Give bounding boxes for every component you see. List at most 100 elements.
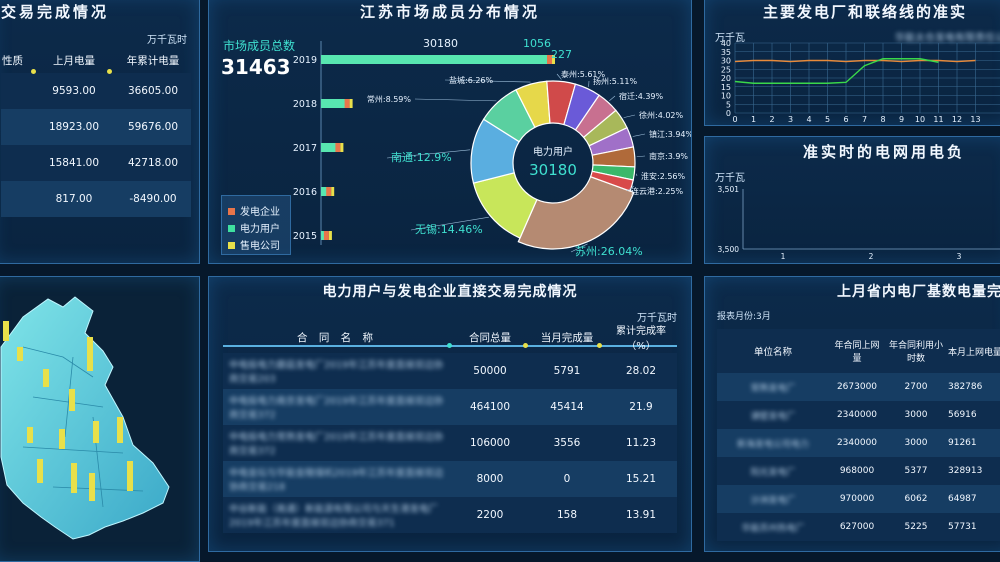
map-bar: [117, 417, 123, 443]
table-row[interactable]: 常熟发电厂26730002700382786: [717, 373, 1000, 401]
cell-unit-name: 沙洲发电厂: [717, 485, 829, 513]
cell-rate: 15.21: [605, 461, 677, 497]
series-line-green: [735, 59, 939, 84]
cell-c1: 627000: [829, 513, 885, 541]
cell-unit-name: 华能苏州热电厂: [717, 513, 829, 541]
map-bar: [59, 429, 65, 449]
cell-c2: 5377: [885, 457, 947, 485]
grid-load-panel: 准实时的电网用电负 万千瓦 3,5013,500123: [704, 136, 1000, 264]
cell-ytd: -8490.00: [115, 181, 191, 217]
table-row[interactable]: 中电投电力蘑菇发电厂2019年江苏年度直接双边协商交易203 50000 579…: [223, 353, 677, 389]
y-tick-label: 3,501: [718, 185, 740, 194]
x-tick-label: 1: [781, 252, 786, 261]
cell-contract-name: 中电投电力南京发电厂2019年江苏年度直接双边协商交易372: [223, 389, 451, 425]
cell-c3: 64987: [947, 485, 1000, 513]
cell-c3: 328913: [947, 457, 1000, 485]
base-energy-panel: 上月省内电厂基数电量完 报表月份:3月 单位名称 年合同上网量 年合同利用小时数…: [704, 276, 1000, 552]
cell-c2: 3000: [885, 429, 947, 457]
x-tick-label: 6: [843, 115, 848, 124]
col-header-monthly-energy: 本月上网电量: [947, 329, 1000, 373]
table-row[interactable]: 817.00-8490.00: [1, 181, 191, 217]
cell-c2: 6062: [885, 485, 947, 513]
map-bar: [3, 321, 9, 341]
base-energy-table: 单位名称 年合同上网量 年合同利用小时数 本月上网电量 常熟发电厂2673000…: [717, 329, 1000, 541]
table-row[interactable]: 中谷新能（南通）新能源有限公司与天生港发电厂2019年江苏年度直接双边协商交易3…: [223, 497, 677, 533]
table-row[interactable]: 华能苏州热电厂627000522557731: [717, 513, 1000, 541]
cell-rate: 21.9: [605, 389, 677, 425]
table-row[interactable]: 阳光发电厂9680005377328913: [717, 457, 1000, 485]
table-row[interactable]: 中电金坛与华能金陵煤机2019年江苏年度直接双边协商交易218 8000 0 1…: [223, 461, 677, 497]
slice-leader-line: [636, 174, 637, 176]
col-header-contract-name: 合 同 名 称: [223, 321, 451, 353]
cell-c1: 2673000: [829, 373, 885, 401]
y-tick-label: 0: [726, 109, 731, 118]
table-row[interactable]: 新海发电公司电力2340000300091261: [717, 429, 1000, 457]
x-tick-label: 7: [862, 115, 867, 124]
city-donut-chart: 苏州:26.04%无锡:14.46%南通:12.9%常州:8.59%盐城:6.2…: [209, 0, 691, 263]
cell-contract-name: 中谷新能（南通）新能源有限公司与天生港发电厂2019年江苏年度直接双边协商交易3…: [223, 497, 451, 533]
x-tick-label: 3: [957, 252, 962, 261]
donut-center-value: 30180: [513, 161, 593, 179]
table-row[interactable]: 谏壁发电厂2340000300056916: [717, 401, 1000, 429]
cell-total: 464100: [451, 389, 529, 425]
y-tick-label: 10: [721, 92, 731, 101]
jiangsu-map-panel: [0, 276, 200, 562]
slice-label: 宿迁:4.39%: [619, 91, 664, 101]
map-bar: [27, 427, 33, 443]
x-tick-label: 2: [869, 252, 874, 261]
y-tick-label: 40: [721, 39, 731, 48]
table-row[interactable]: 18923.0059676.00: [1, 109, 191, 145]
map-bar: [71, 463, 77, 493]
plant-realtime-panel: 主要发电厂和联络线的准实 万千瓦 华能太仓发电有限责任公 40353025201…: [704, 0, 1000, 126]
cell-c3: 56916: [947, 401, 1000, 429]
col-header-nature: 性质: [1, 47, 33, 73]
slice-label: 扬州:5.11%: [593, 76, 638, 86]
map-bar: [87, 337, 93, 371]
map-bar: [93, 421, 99, 443]
cell-total: 8000: [451, 461, 529, 497]
col-header-rate: 累计完成率（%）: [605, 321, 677, 353]
slice-label: 无锡:14.46%: [415, 222, 483, 236]
cell-contract-name: 中电金坛与华能金陵煤机2019年江苏年度直接双边协商交易218: [223, 461, 451, 497]
market-members-panel: 江苏市场成员分布情况 市场成员总数 31463 2019201820172016…: [208, 0, 692, 264]
trade-completion-panel: 交易完成情况 万千瓦时 性质 上月电量 年累计电量 9593.0036605.0…: [0, 0, 200, 264]
cell-last-month: 817.00: [33, 181, 115, 217]
plant-line-chart: 4035302520151050012345678910111213: [705, 0, 1000, 125]
col-header-ytd: 年累计电量: [115, 47, 191, 73]
x-tick-label: 2: [769, 115, 774, 124]
slice-label: 南京:3.9%: [649, 151, 688, 161]
cell-unit-name: 阳光发电厂: [717, 457, 829, 485]
donut-center-label: 电力用户: [521, 143, 585, 158]
unit-label: 万千瓦时: [147, 31, 187, 46]
cell-last-month: 9593.00: [33, 73, 115, 109]
y-tick-label: 5: [726, 100, 731, 109]
table-row[interactable]: 9593.0036605.00: [1, 73, 191, 109]
slice-leader-line: [609, 96, 615, 101]
cell-last-month: 18923.00: [33, 109, 115, 145]
table-row[interactable]: 中电投电力南京发电厂2019年江苏年度直接双边协商交易372 464100 45…: [223, 389, 677, 425]
x-tick-label: 9: [899, 115, 904, 124]
slice-label: 连云港:2.25%: [631, 186, 684, 196]
series-line-orange: [735, 61, 976, 62]
y-tick-label: 20: [721, 74, 731, 83]
cell-c2: 3000: [885, 401, 947, 429]
map-bar: [69, 389, 75, 411]
cell-contract-name: 中电投电力常熟发电厂2019年江苏年度直接双边协商交易372: [223, 425, 451, 461]
x-tick-label: 3: [788, 115, 793, 124]
slice-label: 徐州:4.02%: [639, 110, 684, 120]
jiangsu-map[interactable]: [0, 277, 199, 561]
cell-month: 45414: [529, 389, 605, 425]
col-header-month: 当月完成量: [529, 321, 605, 353]
cell-ytd: 36605.00: [115, 73, 191, 109]
table-row[interactable]: 15841.0042718.00: [1, 145, 191, 181]
cell-total: 106000: [451, 425, 529, 461]
col-header-annual-contract: 年合同上网量: [829, 329, 885, 373]
grid-load-chart: 3,5013,500123: [705, 137, 1000, 263]
cell-c1: 968000: [829, 457, 885, 485]
map-bar: [89, 473, 95, 501]
table-row[interactable]: 沙洲发电厂970000606264987: [717, 485, 1000, 513]
table-row[interactable]: 中电投电力常熟发电厂2019年江苏年度直接双边协商交易372 106000 35…: [223, 425, 677, 461]
cell-ytd: 42718.00: [115, 145, 191, 181]
y-tick-label: 25: [721, 65, 731, 74]
cell-month: 0: [529, 461, 605, 497]
